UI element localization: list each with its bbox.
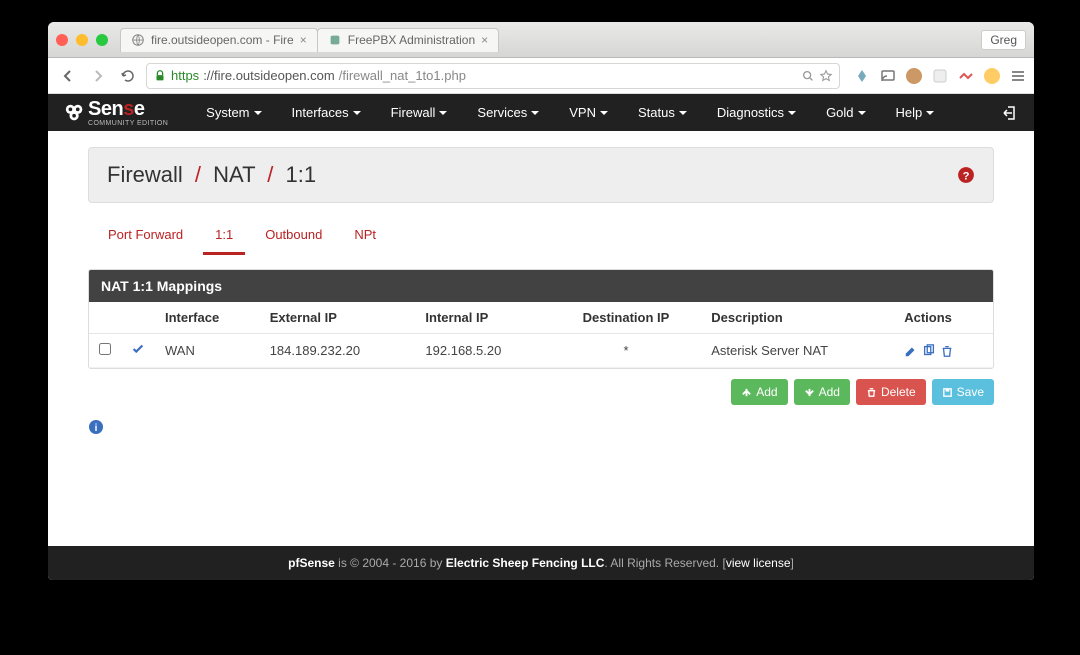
breadcrumb[interactable]: Firewall <box>107 162 183 187</box>
col-actions: Actions <box>894 302 993 334</box>
nav-firewall[interactable]: Firewall <box>377 95 462 130</box>
browser-toolbar: https ://fire.outsideopen.com/firewall_na… <box>48 58 1034 94</box>
sub-tabs: Port Forward 1:1 Outbound NPt <box>88 217 994 255</box>
delete-button[interactable]: Delete <box>856 379 926 405</box>
tab-npt[interactable]: NPt <box>342 217 388 255</box>
window-close-button[interactable] <box>56 34 68 46</box>
cell-dest: * <box>551 334 702 368</box>
edition-text: COMMUNITY EDITION <box>88 121 168 127</box>
add-top-button[interactable]: Add <box>731 379 787 405</box>
panel-title: NAT 1:1 Mappings <box>89 270 993 302</box>
cast-icon[interactable] <box>880 68 896 84</box>
browser-window: fire.outsideopen.com - Fire × FreePBX Ad… <box>48 22 1034 580</box>
check-icon[interactable] <box>131 342 145 356</box>
lock-icon <box>153 69 167 83</box>
logo[interactable]: Sense COMMUNITY EDITION <box>64 98 168 127</box>
col-dest: Destination IP <box>551 302 702 334</box>
info-icon[interactable]: i <box>88 419 104 435</box>
page-header: Firewall / NAT / 1:1 ? <box>88 147 994 203</box>
url-scheme: https <box>171 68 199 83</box>
search-icon[interactable] <box>801 69 815 83</box>
browser-tab[interactable]: FreePBX Administration × <box>317 28 499 52</box>
logout-icon[interactable] <box>1002 105 1018 121</box>
col-interface: Interface <box>155 302 260 334</box>
help-icon[interactable]: ? <box>957 166 975 184</box>
save-button[interactable]: Save <box>932 379 994 405</box>
reload-button[interactable] <box>116 64 140 88</box>
ext-icon[interactable] <box>984 68 1000 84</box>
mappings-panel: NAT 1:1 Mappings Interface External IP I… <box>88 269 994 369</box>
back-button[interactable] <box>56 64 80 88</box>
svg-text:?: ? <box>963 171 970 183</box>
close-icon[interactable]: × <box>300 33 307 47</box>
col-desc: Description <box>701 302 894 334</box>
pbx-icon <box>328 33 342 47</box>
nav-diagnostics[interactable]: Diagnostics <box>703 95 810 130</box>
globe-icon <box>131 33 145 47</box>
nav-help[interactable]: Help <box>882 95 949 130</box>
tab-title: FreePBX Administration <box>348 33 475 47</box>
cell-external: 184.189.232.20 <box>260 334 416 368</box>
view-license-link[interactable]: view license <box>726 556 791 570</box>
row-checkbox[interactable] <box>99 343 111 355</box>
footer-brand: pfSense <box>288 556 335 570</box>
mappings-table: Interface External IP Internal IP Destin… <box>89 302 993 368</box>
close-icon[interactable]: × <box>481 33 488 47</box>
copy-icon[interactable] <box>922 344 936 358</box>
ext-icon[interactable] <box>906 68 922 84</box>
nav-gold[interactable]: Gold <box>812 95 879 130</box>
window-zoom-button[interactable] <box>96 34 108 46</box>
tab-1to1[interactable]: 1:1 <box>203 217 245 255</box>
star-icon[interactable] <box>819 69 833 83</box>
cell-desc: Asterisk Server NAT <box>701 334 894 368</box>
url-host: ://fire.outsideopen.com <box>203 68 335 83</box>
nav-services[interactable]: Services <box>463 95 553 130</box>
tab-title: fire.outsideopen.com - Fire <box>151 33 294 47</box>
nav-system[interactable]: System <box>192 95 275 130</box>
ext-icon[interactable] <box>854 68 870 84</box>
brand-text: e <box>134 98 145 120</box>
cell-interface: WAN <box>155 334 260 368</box>
col-select <box>89 302 121 334</box>
breadcrumb[interactable]: NAT <box>213 162 255 187</box>
col-external: External IP <box>260 302 416 334</box>
nav-status[interactable]: Status <box>624 95 701 130</box>
menu-icon[interactable] <box>1010 68 1026 84</box>
forward-button[interactable] <box>86 64 110 88</box>
titlebar: fire.outsideopen.com - Fire × FreePBX Ad… <box>48 22 1034 58</box>
extension-icons <box>854 68 1026 84</box>
tab-port-forward[interactable]: Port Forward <box>96 217 195 255</box>
table-row: WAN 184.189.232.20 192.168.5.20 * Asteri… <box>89 334 993 368</box>
breadcrumb: 1:1 <box>286 162 317 187</box>
ext-icon[interactable] <box>932 68 948 84</box>
trash-icon[interactable] <box>940 344 954 358</box>
logo-icon <box>64 102 86 124</box>
window-minimize-button[interactable] <box>76 34 88 46</box>
browser-tab-active[interactable]: fire.outsideopen.com - Fire × <box>120 28 318 52</box>
profile-badge[interactable]: Greg <box>981 30 1026 50</box>
app-navbar: Sense COMMUNITY EDITION System Interface… <box>48 94 1034 131</box>
col-internal: Internal IP <box>415 302 550 334</box>
url-path: /firewall_nat_1to1.php <box>339 68 466 83</box>
svg-text:i: i <box>95 423 98 434</box>
footer-company: Electric Sheep Fencing LLC <box>446 556 605 570</box>
cell-internal: 192.168.5.20 <box>415 334 550 368</box>
brand-text: s <box>123 98 134 120</box>
brand-text: Sen <box>88 98 123 120</box>
tab-outbound[interactable]: Outbound <box>253 217 334 255</box>
ext-icon[interactable] <box>958 68 974 84</box>
footer: pfSense is © 2004 - 2016 by Electric She… <box>48 546 1034 580</box>
address-bar[interactable]: https ://fire.outsideopen.com/firewall_na… <box>146 63 840 89</box>
nav-vpn[interactable]: VPN <box>555 95 622 130</box>
edit-icon[interactable] <box>904 344 918 358</box>
nav-interfaces[interactable]: Interfaces <box>278 95 375 130</box>
add-bottom-button[interactable]: Add <box>794 379 850 405</box>
col-status <box>121 302 155 334</box>
